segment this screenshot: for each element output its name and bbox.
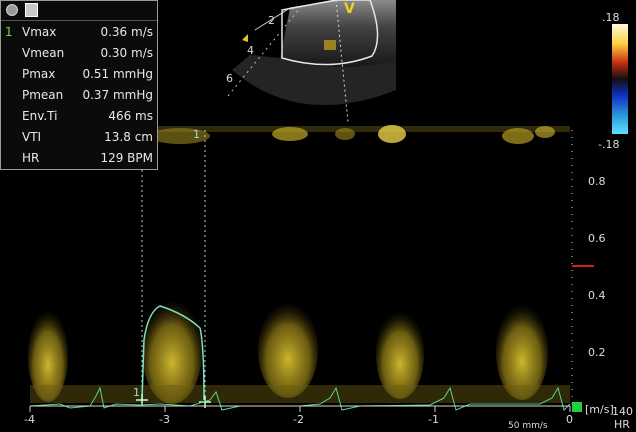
- meas-value: 0.30 m/s: [100, 46, 153, 60]
- velocity-tick-label: 0.6: [588, 232, 606, 245]
- trace-label: 1: [133, 386, 140, 399]
- meas-row-vmax: 1 Vmax 0.36 m/s: [5, 23, 153, 41]
- calculator-icon[interactable]: [25, 3, 38, 17]
- meas-label: Pmean: [22, 88, 64, 102]
- cursor-label: 1: [193, 128, 200, 141]
- meas-row-pmax: Pmax 0.51 mmHg: [5, 65, 153, 83]
- time-tick-label: -3: [159, 413, 170, 426]
- meas-value: 466 ms: [108, 109, 153, 123]
- measurement-panel-header: [1, 1, 157, 21]
- meas-value: 129 BPM: [100, 151, 153, 165]
- color-scale-bar: [612, 24, 628, 134]
- meas-row-pmean: Pmean 0.37 mmHg: [5, 86, 153, 104]
- meas-label: Pmax: [22, 67, 56, 81]
- velocity-tick-label: 0.4: [588, 289, 606, 302]
- sweep-speed: 50 mm/s: [508, 421, 548, 431]
- meas-row-env-ti: Env.Ti 466 ms: [5, 107, 153, 125]
- time-axis: [29, 406, 571, 412]
- bmode-sector: [227, 0, 396, 123]
- meas-value: 0.36 m/s: [100, 25, 153, 39]
- depth-label: 2: [268, 14, 275, 27]
- depth-label: 4: [247, 44, 254, 57]
- color-scale-max: .18: [602, 11, 620, 24]
- color-scale-min: -.18: [598, 138, 620, 151]
- record-icon[interactable]: [6, 4, 18, 16]
- depth-label: 6: [226, 72, 233, 85]
- meas-label: Vmax: [22, 25, 57, 39]
- meas-label: Vmean: [22, 46, 65, 60]
- hr-scale-value: 140: [612, 405, 633, 418]
- depth-marker-icon: [242, 34, 248, 42]
- velocity-unit: [m/s]: [585, 403, 614, 416]
- meas-row-vmean: Vmean 0.30 m/s: [5, 44, 153, 62]
- meas-label: HR: [22, 151, 40, 165]
- time-tick-label: 0: [566, 413, 573, 426]
- meas-row-hr: HR 129 BPM: [5, 149, 153, 167]
- meas-value: 0.37 mmHg: [82, 88, 153, 102]
- meas-row-vti: VTI 13.8 cm: [5, 128, 153, 146]
- meas-label: Env.Ti: [22, 109, 58, 123]
- probe-orientation-marker: V: [344, 1, 355, 17]
- meas-value: 13.8 cm: [104, 130, 153, 144]
- time-tick-label: -1: [428, 413, 439, 426]
- measurement-index: 1: [5, 25, 13, 39]
- meas-value: 0.51 mmHg: [82, 67, 153, 81]
- hr-indicator-icon: [572, 402, 582, 412]
- time-tick-label: -4: [24, 413, 35, 426]
- meas-label: VTI: [22, 130, 42, 144]
- velocity-tick-label: 0.2: [588, 346, 606, 359]
- time-tick-label: -2: [293, 413, 304, 426]
- velocity-tick-label: 0.8: [588, 175, 606, 188]
- measurement-panel: 1 Vmax 0.36 m/s Vmean 0.30 m/s Pmax 0.51…: [0, 0, 158, 170]
- hr-scale-label: HR: [614, 418, 630, 431]
